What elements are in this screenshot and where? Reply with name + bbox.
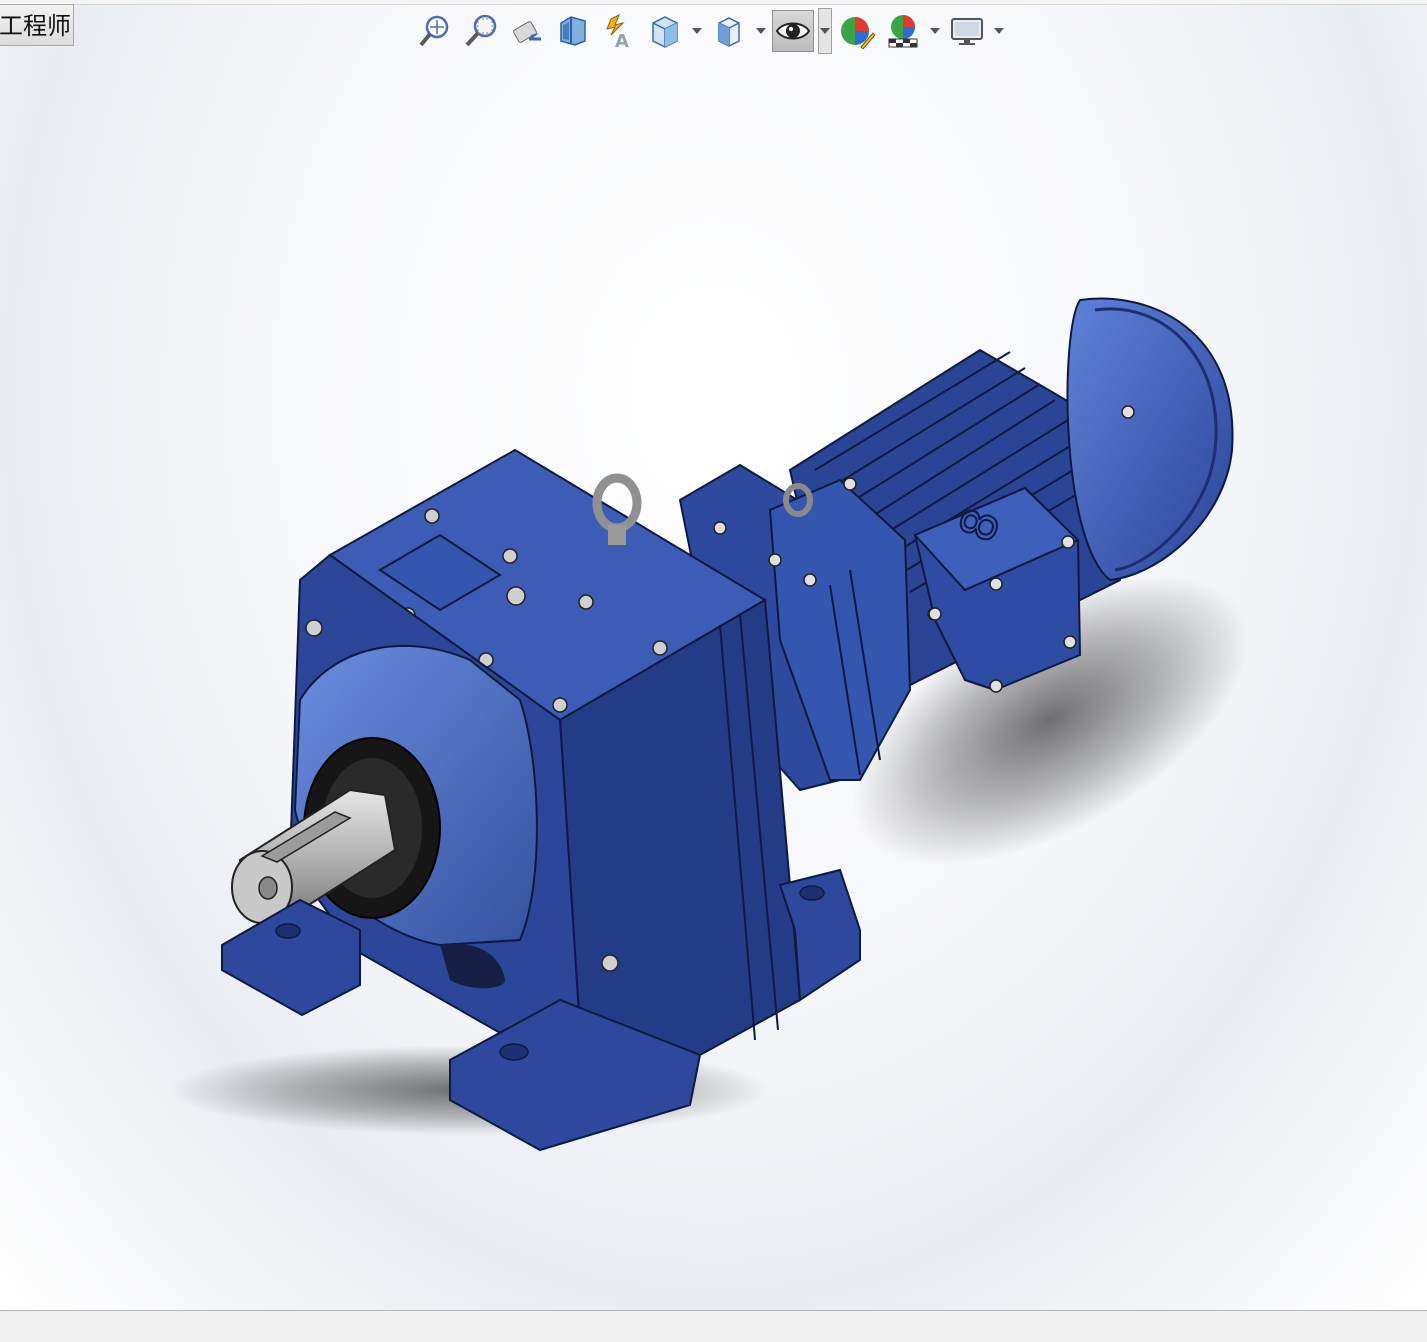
chevron-down-icon — [930, 28, 940, 34]
hide-show-items-icon — [775, 22, 811, 40]
graphics-area[interactable]: 8 — [0, 0, 1427, 1310]
zoom-to-area-icon — [465, 14, 497, 47]
view-settings-icon — [951, 18, 983, 45]
view-orientation-button[interactable] — [644, 10, 686, 52]
foot-hole — [275, 923, 301, 939]
dynamic-annotation-views-button[interactable]: A — [598, 10, 640, 52]
top-divider — [0, 0, 1427, 5]
edit-appearance-icon — [841, 17, 875, 49]
previous-view-button[interactable] — [506, 10, 548, 52]
front-bolt — [305, 619, 323, 637]
section-view-button[interactable] — [552, 10, 594, 52]
heads-up-view-toolbar: A — [414, 8, 1006, 54]
section-view-icon — [560, 16, 586, 46]
zoom-to-fit-icon — [419, 15, 449, 47]
view-settings-dropdown[interactable] — [992, 10, 1006, 52]
zoom-to-area-button[interactable] — [460, 10, 502, 52]
apply-scene-icon — [888, 15, 918, 48]
display-style-icon — [718, 17, 740, 47]
chevron-down-icon — [692, 28, 702, 34]
previous-view-icon — [513, 21, 541, 43]
foot-hole — [799, 885, 825, 901]
hide-show-items-dropdown[interactable] — [818, 8, 832, 54]
tab-button[interactable]: 工程师 — [0, 4, 74, 46]
hide-show-items-button[interactable] — [772, 10, 814, 52]
zoom-to-fit-button[interactable] — [414, 10, 456, 52]
chevron-down-icon — [820, 28, 830, 34]
shaft-center-hole — [258, 876, 278, 900]
side-bolt — [601, 954, 619, 972]
chevron-down-icon — [994, 28, 1004, 34]
apply-scene-dropdown[interactable] — [928, 10, 942, 52]
view-orientation-icon — [652, 16, 678, 48]
display-style-dropdown[interactable] — [754, 10, 768, 52]
gear-motor-model[interactable]: 8 — [0, 0, 1427, 1310]
apply-scene-button[interactable] — [882, 10, 924, 52]
motor-bolt — [1121, 405, 1135, 419]
dynamic-annotation-views-icon: A — [606, 13, 629, 49]
lifting-eye-stem — [608, 525, 626, 545]
view-settings-button[interactable] — [946, 10, 988, 52]
status-bar — [0, 1310, 1427, 1342]
edit-appearance-button[interactable] — [836, 10, 878, 52]
chevron-down-icon — [756, 28, 766, 34]
svg-text:A: A — [615, 31, 629, 49]
view-orientation-dropdown[interactable] — [690, 10, 704, 52]
display-style-button[interactable] — [708, 10, 750, 52]
foot-hole — [499, 1043, 529, 1061]
motor-fan-cover — [1066, 297, 1234, 582]
